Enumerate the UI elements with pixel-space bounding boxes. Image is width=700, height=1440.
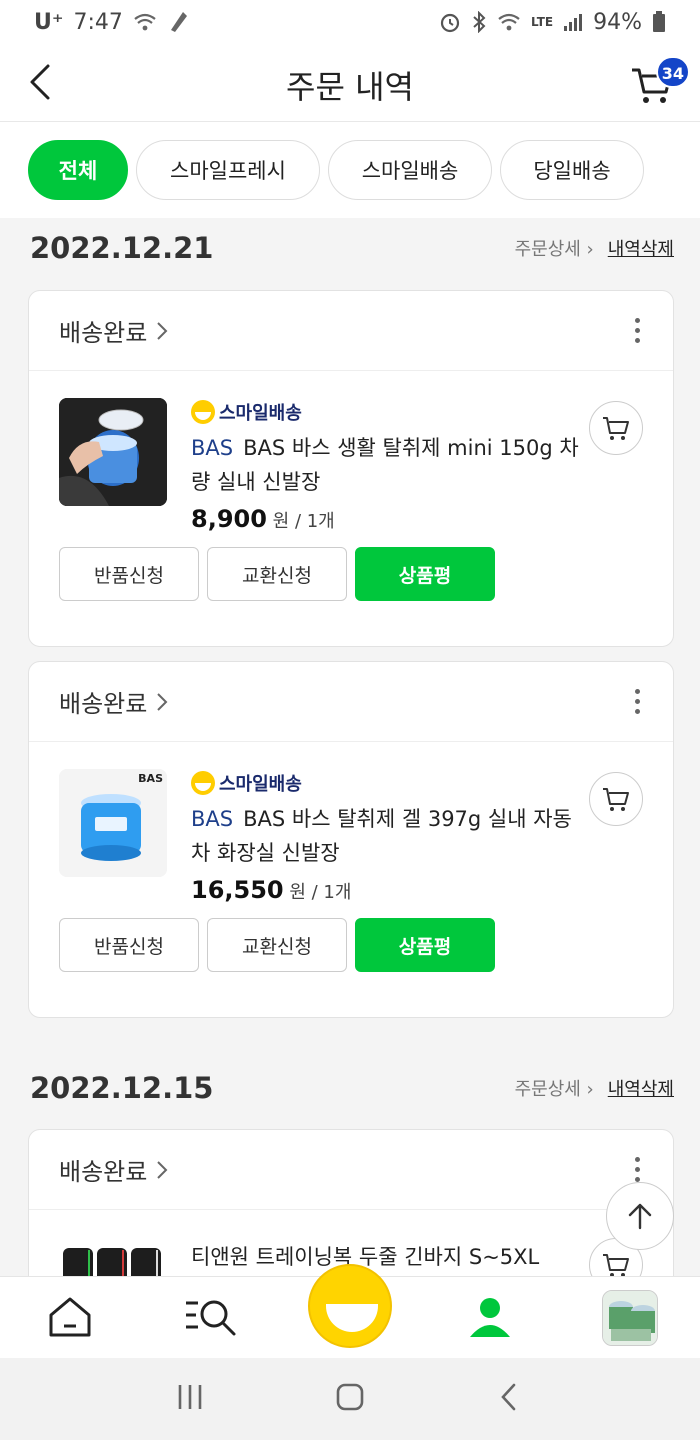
badge-label: 스마일배송: [219, 774, 302, 795]
person-icon: [470, 1298, 510, 1337]
system-nav-bar: [0, 1358, 700, 1440]
delivery-status[interactable]: 배송완료: [59, 1152, 169, 1187]
product-name[interactable]: 티앤원 트레이닝복 두줄 긴바지 S~5XL: [191, 1240, 591, 1274]
notification-icon: [170, 12, 187, 32]
battery-percent: 94%: [593, 9, 642, 35]
cart-count-badge: 34: [655, 56, 690, 88]
add-to-cart-button[interactable]: [589, 772, 643, 826]
badge-label: 스마일배송: [219, 403, 302, 424]
delete-history-link[interactable]: 내역삭제: [608, 1075, 674, 1101]
return-request-button[interactable]: 반품신청: [59, 918, 199, 972]
price: 8,900: [191, 505, 267, 533]
smile-icon: [191, 771, 215, 795]
recent-apps-button[interactable]: [175, 1382, 205, 1416]
order-date: 2022.12.21: [30, 231, 214, 265]
search-list-icon: [186, 1300, 236, 1336]
tab-my-page[interactable]: [460, 1287, 520, 1347]
smile-delivery-badge: 스마일배송: [191, 770, 302, 796]
home-square-icon: [336, 1383, 364, 1411]
review-button[interactable]: 상품평: [355, 547, 495, 601]
cart-icon: [603, 417, 629, 440]
order-date-row: 2022.12.21 주문상세 › 내역삭제: [0, 218, 700, 278]
smile-home-button[interactable]: [308, 1264, 392, 1348]
filter-same-day[interactable]: 당일배송: [500, 140, 644, 200]
exchange-request-button[interactable]: 교환신청: [207, 918, 347, 972]
cell-signal-icon: [564, 14, 583, 31]
order-detail-link[interactable]: 주문상세 ›: [515, 235, 594, 261]
page-title: 주문 내역: [286, 68, 414, 106]
wifi-icon: [134, 13, 156, 31]
order-date-row: 2022.12.15 주문상세 › 내역삭제: [0, 1058, 700, 1118]
alarm-icon: [440, 13, 460, 33]
price-unit: 원 / 1개: [272, 511, 335, 532]
delivery-status[interactable]: 배송완료: [59, 684, 169, 719]
product-thumbnail[interactable]: BAS: [59, 769, 167, 877]
product-title: BAS 바스 생활 탈취제 mini 150g 차량 실내 신발장: [191, 436, 579, 494]
home-icon: [49, 1297, 91, 1337]
price-line: 16,550 원 / 1개: [191, 876, 351, 904]
filter-smile-fresh[interactable]: 스마일프레시: [136, 140, 320, 200]
recent-product-button[interactable]: [602, 1290, 658, 1346]
chevron-right-icon: [157, 692, 168, 711]
order-card: 배송완료 BAS 스마일배송 BAS BAS 바스 탈취제 겔 397g 실내 자…: [28, 661, 674, 1018]
price: 16,550: [191, 876, 284, 904]
add-to-cart-button[interactable]: [589, 401, 643, 455]
brand-name: BAS: [191, 436, 234, 460]
price-line: 8,900 원 / 1개: [191, 505, 335, 533]
product-image: [59, 398, 167, 506]
order-date: 2022.12.15: [30, 1071, 214, 1105]
status-bar: U⁺ 7:47 LTE 94%: [0, 0, 700, 44]
product-title: 티앤원 트레이닝복 두줄 긴바지 S~5XL: [191, 1245, 540, 1269]
tab-home[interactable]: [40, 1287, 100, 1347]
cart-button[interactable]: 34: [630, 56, 690, 108]
wifi-signal-icon: [498, 13, 520, 31]
chevron-right-icon: [157, 1160, 168, 1179]
scroll-top-button[interactable]: [606, 1182, 674, 1250]
chevron-right-icon: [157, 321, 168, 340]
more-options-button[interactable]: [625, 682, 649, 722]
back-chevron-icon: [501, 1383, 516, 1411]
filter-smile-delivery[interactable]: 스마일배송: [328, 140, 492, 200]
more-options-button[interactable]: [625, 311, 649, 351]
recent-product-image: [603, 1291, 657, 1345]
recent-apps-icon: [178, 1385, 202, 1409]
lte-label: LTE: [531, 15, 554, 29]
order-detail-link[interactable]: 주문상세 ›: [515, 1075, 594, 1101]
delivery-status-label: 배송완료: [59, 319, 148, 347]
smile-delivery-badge: 스마일배송: [191, 399, 302, 425]
filter-all[interactable]: 전체: [28, 140, 128, 200]
order-item[interactable]: BAS 스마일배송 BAS BAS 바스 탈취제 겔 397g 실내 자동차 화장…: [29, 742, 673, 918]
delivery-status[interactable]: 배송완료: [59, 313, 169, 348]
price-unit: 원 / 1개: [289, 882, 352, 903]
arrow-up-icon: [628, 1203, 652, 1230]
app-header: 주문 내역 34: [0, 44, 700, 122]
carrier: U⁺: [34, 9, 64, 35]
cart-icon: [603, 788, 629, 811]
delivery-status-label: 배송완료: [59, 690, 148, 718]
product-title: BAS 바스 탈취제 겔 397g 실내 자동차 화장실 신발장: [191, 807, 572, 865]
product-thumbnail[interactable]: [59, 398, 167, 506]
clock: 7:47: [73, 9, 123, 35]
tab-category-search[interactable]: [180, 1287, 240, 1347]
system-back-button[interactable]: [495, 1382, 525, 1416]
delete-history-link[interactable]: 내역삭제: [608, 235, 674, 261]
order-item[interactable]: 스마일배송 BAS BAS 바스 생활 탈취제 mini 150g 차량 실내 신…: [29, 371, 673, 547]
order-card: 배송완료 스마일배송 BAS BAS 바스 생활 탈취제 mini 150g 차량…: [28, 290, 674, 647]
product-image: [59, 769, 167, 877]
battery-icon: [653, 11, 665, 32]
review-button[interactable]: 상품평: [355, 918, 495, 972]
product-name[interactable]: BAS BAS 바스 탈취제 겔 397g 실내 자동차 화장실 신발장: [191, 802, 591, 870]
smile-icon: [191, 400, 215, 424]
brand-name: BAS: [191, 807, 234, 831]
bluetooth-icon: [473, 11, 486, 33]
exchange-request-button[interactable]: 교환신청: [207, 547, 347, 601]
product-name[interactable]: BAS BAS 바스 생활 탈취제 mini 150g 차량 실내 신발장: [191, 431, 591, 499]
return-request-button[interactable]: 반품신청: [59, 547, 199, 601]
delivery-status-label: 배송완료: [59, 1158, 148, 1186]
home-system-button[interactable]: [335, 1382, 365, 1416]
filter-chips: 전체 스마일프레시 스마일배송 당일배송: [0, 122, 700, 218]
brand-logo-text: BAS: [138, 772, 163, 785]
